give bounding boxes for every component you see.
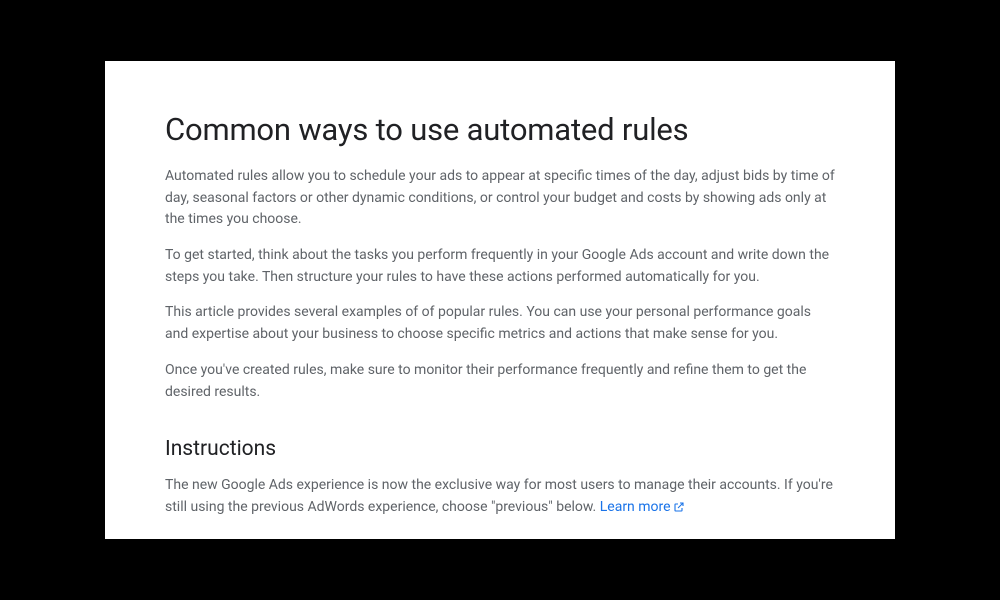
instructions-heading: Instructions xyxy=(165,437,835,461)
intro-paragraph-4: Once you've created rules, make sure to … xyxy=(165,360,835,403)
learn-more-label: Learn more xyxy=(600,499,671,515)
instructions-paragraph: The new Google Ads experience is now the… xyxy=(165,475,835,520)
instructions-text: The new Google Ads experience is now the… xyxy=(165,477,833,515)
page-title: Common ways to use automated rules xyxy=(165,111,835,148)
intro-paragraph-2: To get started, think about the tasks yo… xyxy=(165,245,835,288)
document-card: Common ways to use automated rules Autom… xyxy=(105,61,895,539)
learn-more-link[interactable]: Learn more xyxy=(600,499,685,515)
intro-paragraph-1: Automated rules allow you to schedule yo… xyxy=(165,166,835,231)
intro-paragraph-3: This article provides several examples o… xyxy=(165,302,835,345)
external-link-icon xyxy=(673,499,685,521)
